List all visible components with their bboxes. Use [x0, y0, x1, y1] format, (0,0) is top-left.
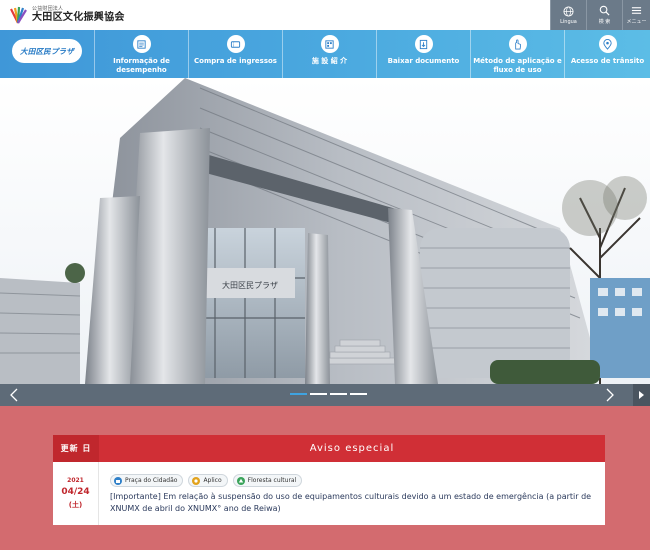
- tag-aplico-label: Aplico: [203, 477, 222, 484]
- nav-performance-info[interactable]: Informação de desempenho: [94, 30, 188, 78]
- site-logo[interactable]: 公益財団法人 大田区文化振興協会: [8, 5, 125, 25]
- search-icon: [599, 5, 610, 16]
- notice-date-year: 2021: [67, 477, 84, 484]
- menu-icon: [631, 7, 642, 14]
- special-notice-header: Aviso especial: [99, 435, 605, 462]
- aplico-icon: [192, 476, 201, 485]
- main-navigation: 大田区民プラザ Informação de desempenho Compra …: [0, 30, 650, 78]
- notice-link[interactable]: [Importante] Em relação à suspensão do u…: [110, 491, 600, 515]
- chevron-right-icon: [606, 388, 614, 402]
- building-sign: 大田区民プラザ: [222, 280, 278, 290]
- logo-fan-icon: [8, 5, 28, 25]
- plaza-icon: [114, 476, 122, 485]
- language-label: Língua: [560, 18, 577, 25]
- notice-date-weekday: (土): [68, 501, 83, 509]
- notice-tags: Praça do Cidadão Aplico Floresta cultura…: [110, 474, 303, 487]
- nav-facility-intro[interactable]: 施 設 紹 介: [282, 30, 376, 78]
- menu-button[interactable]: メニュー: [622, 0, 650, 30]
- plaza-brand-text: 大田区民プラザ: [20, 46, 74, 56]
- nav-application-label: Método de aplicação e fluxo de uso: [473, 57, 562, 74]
- slider-prev-button[interactable]: [4, 384, 24, 406]
- hand-icon: [508, 35, 527, 53]
- nav-application-method[interactable]: Método de aplicação e fluxo de uso: [470, 30, 564, 78]
- tag-citizen-plaza-label: Praça do Cidadão: [125, 477, 178, 484]
- slider-dot-1[interactable]: [290, 393, 307, 395]
- notice-date-monthday: 04/24: [61, 487, 90, 497]
- tag-cultural-forest-label: Floresta cultural: [247, 477, 297, 484]
- caret-right-icon: [639, 391, 644, 399]
- slider-dot-4[interactable]: [350, 393, 367, 395]
- tag-cultural-forest[interactable]: Floresta cultural: [232, 474, 303, 487]
- language-button[interactable]: Língua: [550, 0, 586, 30]
- notice-date: 2021 04/24 (土): [53, 462, 99, 525]
- menu-label: メニュー: [626, 19, 647, 25]
- nav-transit-label: Acesso de trânsito: [570, 57, 645, 65]
- chevron-left-icon: [10, 388, 18, 402]
- hero-slider: 大田区民プラザ: [0, 78, 650, 384]
- nav-transit-access[interactable]: Acesso de trânsito: [564, 30, 650, 78]
- slider-dot-3[interactable]: [330, 393, 347, 395]
- nav-download-label: Baixar documento: [387, 57, 460, 65]
- nav-ticket-label: Compra de ingressos: [194, 57, 277, 65]
- nav-performance-label: Informação de desempenho: [113, 57, 170, 74]
- tag-citizen-plaza[interactable]: Praça do Cidadão: [110, 474, 184, 487]
- globe-icon: [563, 5, 574, 17]
- update-date-header: 更新 日: [53, 435, 99, 462]
- map-pin-icon: [598, 35, 617, 53]
- nav-ticket-purchase[interactable]: Compra de ingressos: [188, 30, 282, 78]
- performance-icon: [132, 35, 151, 53]
- download-icon: [414, 35, 433, 53]
- tag-aplico[interactable]: Aplico: [188, 474, 228, 487]
- nav-download-document[interactable]: Baixar documento: [376, 30, 470, 78]
- search-label: 検 索: [598, 19, 611, 25]
- logo-title: 大田区文化振興協会: [32, 12, 125, 23]
- plaza-brand-logo[interactable]: 大田区民プラザ: [12, 39, 82, 63]
- ticket-icon: [226, 35, 245, 53]
- search-button[interactable]: 検 索: [586, 0, 622, 30]
- side-panel-toggle[interactable]: [633, 384, 650, 406]
- facility-icon: [320, 35, 339, 53]
- slider-dot-2[interactable]: [310, 393, 327, 395]
- forest-icon: [236, 476, 245, 485]
- slider-pagination: [290, 393, 367, 395]
- top-header: 公益財団法人 大田区文化振興協会 Língua 検 索 メニュー: [0, 0, 650, 30]
- nav-facility-label: 施 設 紹 介: [311, 57, 348, 65]
- slider-control-bar: [0, 384, 650, 406]
- slider-next-button[interactable]: [600, 384, 620, 406]
- building-photo: 大田区民プラザ: [0, 78, 650, 384]
